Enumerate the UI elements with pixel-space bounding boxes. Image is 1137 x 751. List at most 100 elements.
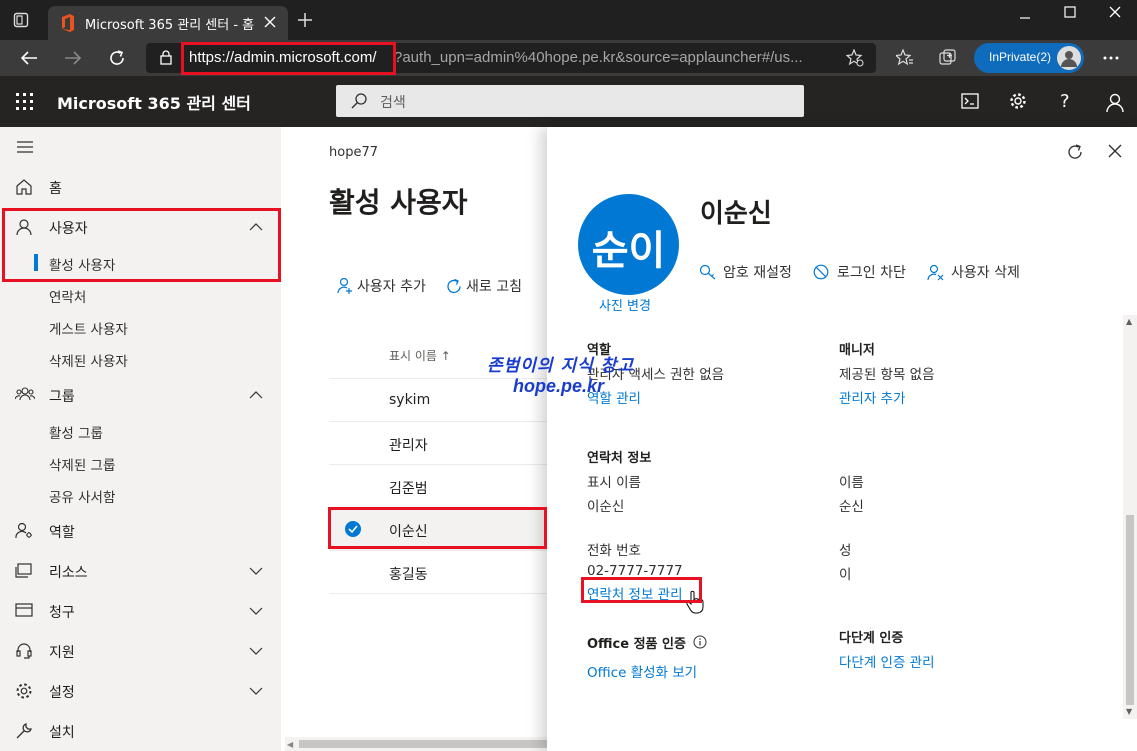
minimize-icon[interactable] (1019, 11, 1031, 23)
refresh-icon[interactable] (108, 49, 126, 67)
nav-item-roles[interactable]: 역할 (0, 515, 281, 547)
home-icon (15, 178, 35, 196)
table-row[interactable]: 홍길동 (329, 550, 547, 593)
nav-label-deleted-users: 삭제된 사용자 (49, 354, 128, 370)
new-tab-icon[interactable] (298, 13, 312, 27)
vertical-scrollbar[interactable]: ▲ ▼ (1123, 315, 1137, 719)
main-content: hope77 활성 사용자 사용자 추가 새로 고침 표시 이름 ↑ sykim… (281, 127, 547, 751)
scroll-down-icon[interactable]: ▼ (1126, 707, 1132, 716)
window-close-icon[interactable] (1109, 6, 1121, 18)
nav-label-active-groups: 활성 그룹 (49, 426, 103, 442)
search-icon (351, 93, 367, 109)
add-favorite-icon[interactable] (846, 49, 864, 67)
table-row[interactable]: 관리자 (329, 421, 547, 464)
app-launcher-icon[interactable] (16, 93, 33, 110)
scroll-up-icon[interactable]: ▲ (1126, 317, 1132, 326)
change-photo-link[interactable]: 사진 변경 (599, 295, 651, 314)
lock-icon[interactable] (160, 50, 172, 65)
nav-item-shared-mailboxes[interactable]: 공유 사서함 (0, 479, 281, 511)
chevron-down-icon[interactable] (249, 606, 263, 616)
chevron-down-icon[interactable] (249, 686, 263, 696)
nav-item-billing[interactable]: 청구 (0, 595, 281, 627)
nav-item-contacts[interactable]: 연락처 (0, 279, 281, 311)
billing-card-icon (15, 602, 35, 620)
phone-label: 전화 번호 (587, 543, 641, 559)
nav-label-setup: 설치 (49, 725, 75, 741)
key-icon (699, 264, 717, 280)
user-display-name[interactable]: 홍길동 (389, 564, 428, 584)
first-name-value: 순신 (839, 499, 864, 515)
back-icon[interactable] (20, 50, 38, 66)
inprivate-profile-button[interactable]: InPrivate(2) (974, 43, 1084, 73)
refresh-label: 새로 고침 (466, 279, 522, 295)
help-icon[interactable]: ? (1060, 91, 1070, 112)
nav-item-setup[interactable]: 설치 (0, 715, 281, 747)
headset-icon (15, 642, 35, 660)
office-logo-icon (60, 14, 76, 32)
tab-close-icon[interactable] (264, 16, 276, 28)
gear-icon (15, 682, 35, 700)
scroll-left-icon[interactable]: ◀ (287, 740, 293, 749)
display-name-value: 이순신 (587, 499, 625, 515)
maximize-icon[interactable] (1064, 6, 1076, 18)
nav-label-settings: 설정 (49, 685, 75, 701)
horizontal-scroll-thumb[interactable] (299, 740, 547, 748)
office-activation-heading: Office 정품 인증 (587, 637, 686, 652)
tab-actions-icon[interactable] (13, 12, 29, 28)
delete-user-label: 사용자 삭제 (951, 265, 1020, 281)
add-manager-link[interactable]: 관리자 추가 (839, 387, 905, 407)
terminal-icon[interactable] (961, 93, 979, 109)
nav-item-guest-users[interactable]: 게스트 사용자 (0, 311, 281, 343)
refresh-icon (446, 278, 463, 295)
page-title: 활성 사용자 (329, 186, 468, 219)
vertical-scroll-thumb[interactable] (1126, 515, 1134, 705)
nav-label-groups: 그룹 (49, 389, 75, 405)
nav-item-active-groups[interactable]: 활성 그룹 (0, 415, 281, 447)
app-title[interactable]: Microsoft 365 관리 센터 (57, 90, 251, 114)
nav-item-resources[interactable]: 리소스 (0, 555, 281, 587)
chevron-down-icon[interactable] (249, 566, 263, 576)
chevron-down-icon[interactable] (249, 646, 263, 656)
highlight-users-menu (2, 208, 281, 282)
user-display-name[interactable]: sykim (389, 392, 430, 408)
view-office-activation-link[interactable]: Office 활성화 보기 (587, 661, 697, 681)
nav-item-home[interactable]: 홈 (0, 171, 281, 203)
column-header-display-name[interactable]: 표시 이름 ↑ (389, 347, 451, 364)
inprivate-label: InPrivate(2) (989, 50, 1052, 64)
search-input[interactable]: 검색 (336, 85, 804, 117)
add-user-label: 사용자 추가 (357, 279, 426, 295)
nav-item-settings[interactable]: 설정 (0, 675, 281, 707)
role-icon (15, 522, 35, 540)
browser-tab[interactable]: Microsoft 365 관리 센터 - 홈 (48, 6, 288, 40)
more-options-icon[interactable] (1103, 56, 1119, 60)
avatar[interactable]: 순이 (578, 194, 679, 295)
manager-heading: 매니저 (839, 343, 875, 358)
manage-mfa-link[interactable]: 다단계 인증 관리 (839, 651, 935, 671)
display-name-label: 표시 이름 (587, 475, 641, 491)
menu-toggle-icon[interactable] (17, 141, 33, 153)
groups-icon (15, 386, 35, 404)
chevron-up-icon[interactable] (249, 390, 263, 400)
highlight-contact-link (581, 577, 702, 603)
mfa-heading: 다단계 인증 (839, 631, 904, 646)
settings-gear-icon[interactable] (1009, 92, 1027, 110)
browser-title-bar: Microsoft 365 관리 센터 - 홈 (0, 0, 1137, 40)
nav-item-groups[interactable]: 그룹 (0, 379, 281, 411)
nav-item-deleted-users[interactable]: 삭제된 사용자 (0, 343, 281, 375)
collections-icon[interactable] (939, 49, 957, 67)
info-icon[interactable] (693, 635, 707, 649)
nav-item-deleted-groups[interactable]: 삭제된 그룹 (0, 447, 281, 479)
delete-user-icon (927, 264, 944, 281)
nav-item-support[interactable]: 지원 (0, 635, 281, 667)
panel-refresh-icon[interactable] (1066, 143, 1084, 161)
forward-icon[interactable] (64, 50, 82, 66)
user-display-name[interactable]: 관리자 (389, 435, 428, 455)
user-display-name[interactable]: 김준범 (389, 478, 428, 498)
panel-close-icon[interactable] (1108, 144, 1122, 158)
horizontal-scrollbar[interactable]: ◀ (285, 737, 547, 751)
account-icon[interactable] (1106, 93, 1124, 113)
table-row[interactable]: 김준범 (329, 464, 547, 507)
wrench-icon (15, 722, 35, 740)
watermark-title: 존범이의 지식 창고 (487, 356, 634, 376)
favorites-icon[interactable] (896, 49, 914, 67)
